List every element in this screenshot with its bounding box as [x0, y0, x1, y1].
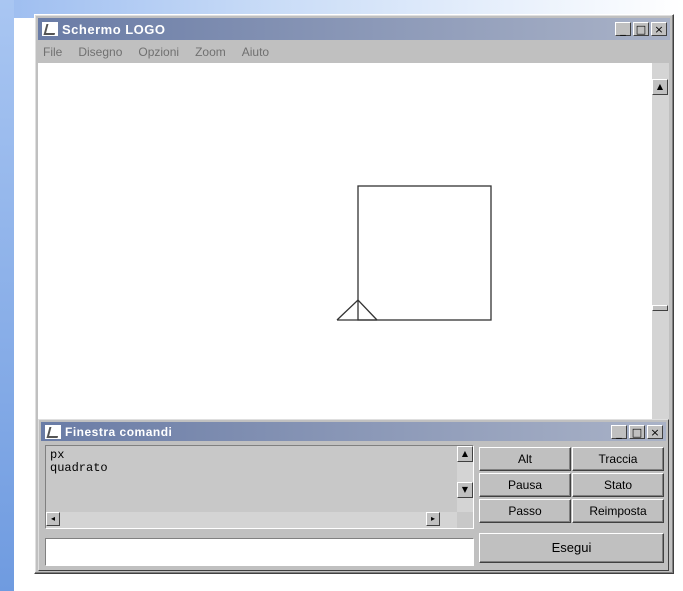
main-window-title: Schermo LOGO	[62, 21, 166, 37]
turtle-drawing	[336, 185, 492, 321]
main-titlebar[interactable]: Schermo LOGO _ □ ×	[38, 18, 670, 40]
canvas-vertical-scrollbar[interactable]: ▲	[652, 63, 669, 419]
minimize-button[interactable]: _	[611, 424, 627, 439]
command-window-title: Finestra comandi	[65, 424, 173, 439]
arrow-down-icon[interactable]: ▼	[457, 482, 473, 498]
menu-file[interactable]: File	[41, 45, 64, 59]
esegui-button[interactable]: Esegui	[479, 533, 664, 563]
logo-turtle-icon[interactable]	[45, 424, 61, 439]
arrow-left-icon[interactable]: ◂	[46, 512, 60, 526]
history-text: px quadrato	[50, 448, 108, 475]
menu-aiuto[interactable]: Aiuto	[240, 45, 271, 59]
arrow-up-icon[interactable]: ▲	[457, 446, 473, 462]
command-window: Finestra comandi _ □ × px quadrato ▲ ▼ ◂…	[38, 419, 669, 571]
logo-screen-window: Schermo LOGO _ □ × File Disegno Opzioni …	[34, 14, 674, 574]
command-window-controls: _ □ ×	[611, 424, 663, 439]
drawn-square	[357, 185, 492, 321]
traccia-button[interactable]: Traccia	[572, 447, 664, 471]
history-horizontal-scrollbar[interactable]: ◂ ▸	[46, 512, 457, 528]
turtle-cursor	[336, 299, 378, 321]
minimize-button[interactable]: _	[615, 22, 631, 36]
close-button[interactable]: ×	[647, 424, 663, 439]
reimposta-button[interactable]: Reimposta	[572, 499, 664, 523]
menu-disegno[interactable]: Disegno	[76, 45, 124, 59]
arrow-right-icon[interactable]: ▸	[426, 512, 440, 526]
main-window-controls: _ □ ×	[615, 22, 667, 36]
maximize-button[interactable]: □	[629, 424, 645, 439]
close-button[interactable]: ×	[651, 22, 667, 36]
menu-bar: File Disegno Opzioni Zoom Aiuto	[41, 42, 271, 62]
arrow-up-icon[interactable]: ▲	[652, 79, 668, 95]
menu-opzioni[interactable]: Opzioni	[136, 45, 181, 59]
command-input[interactable]	[45, 538, 474, 566]
stato-button[interactable]: Stato	[572, 473, 664, 497]
history-vertical-scrollbar[interactable]: ▲ ▼	[457, 446, 473, 512]
pausa-button[interactable]: Pausa	[479, 473, 571, 497]
scroll-thumb[interactable]	[652, 305, 668, 311]
passo-button[interactable]: Passo	[479, 499, 571, 523]
page-background-left	[0, 0, 14, 591]
command-history[interactable]: px quadrato ▲ ▼ ◂ ▸	[45, 445, 474, 529]
alt-button[interactable]: Alt	[479, 447, 571, 471]
drawing-canvas[interactable]	[38, 63, 652, 419]
logo-turtle-icon[interactable]	[42, 22, 58, 36]
command-titlebar[interactable]: Finestra comandi _ □ ×	[41, 422, 666, 441]
menu-zoom[interactable]: Zoom	[193, 45, 228, 59]
maximize-button[interactable]: □	[633, 22, 649, 36]
